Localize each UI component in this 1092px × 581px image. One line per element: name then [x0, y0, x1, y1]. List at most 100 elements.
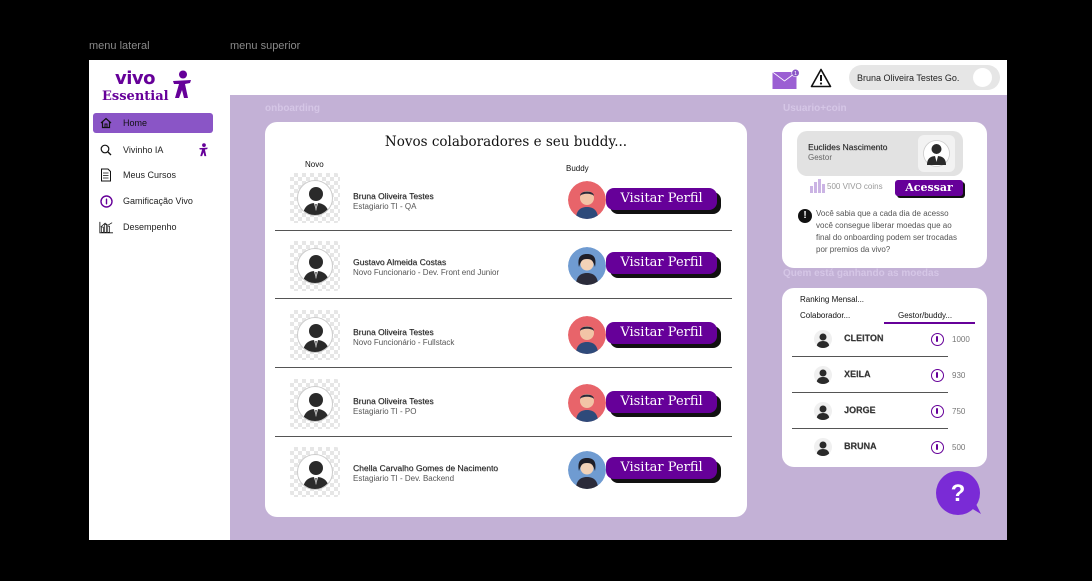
ranking-name: BRUNA: [844, 441, 877, 451]
brand-logo[interactable]: vivo Essential: [101, 68, 221, 110]
vivo-figure-icon: [198, 143, 209, 159]
buddy-avatar[interactable]: [568, 181, 606, 219]
buddy-avatar[interactable]: [568, 316, 606, 354]
coin-icon: [931, 405, 944, 418]
ranking-card: Ranking Mensal... Colaborador... Gestor/…: [782, 288, 987, 467]
newcomer-role: Estagiario TI - PO: [353, 407, 417, 416]
coin-icon: [99, 194, 113, 208]
logo-essential-text: Essential: [102, 89, 169, 104]
coin-icon: [931, 369, 944, 382]
home-icon: [99, 116, 113, 130]
onboarding-title: Novos colaboradores e seu buddy...: [384, 134, 628, 150]
newcomer-avatar[interactable]: [290, 447, 340, 497]
newcomer-name: Chella Carvalho Gomes de Nacimento: [353, 463, 499, 473]
mail-badge-count: 1: [794, 71, 797, 77]
document-icon: [99, 168, 113, 182]
manager-profile[interactable]: Euclides Nascimento Gestor: [797, 131, 963, 176]
ranking-value: 500: [952, 443, 966, 452]
coins-amount: 500 VIVO coins: [827, 181, 883, 191]
ranking-name: XEILA: [844, 369, 871, 379]
user-menu[interactable]: Bruna Oliveira Testes Go.: [849, 65, 1000, 90]
newcomer-name: Bruna Oliveira Testes: [353, 191, 434, 201]
ranking-row[interactable]: BRUNA 500: [792, 429, 965, 465]
sidebar-item-label: Vivinho IA: [123, 145, 164, 155]
visit-profile-button[interactable]: Visitar Perfil: [606, 252, 717, 274]
ranking-name: JORGE: [844, 405, 876, 415]
exclamation-icon: !: [798, 209, 812, 223]
onboarding-row: Gustavo Almeida Costas Novo Funcionario …: [275, 231, 732, 299]
ranking-row[interactable]: XEILA 930: [792, 357, 965, 393]
newcomer-role: Novo Funcionario - Dev. Front end Junior: [353, 268, 500, 277]
buddy-avatar[interactable]: [568, 384, 606, 422]
manager-avatar: [918, 135, 955, 172]
ranking-name: CLEITON: [844, 333, 884, 343]
section-label-usuario-coin: Usuario+coin: [783, 103, 847, 114]
ranking-value: 750: [952, 407, 966, 416]
sidebar-item-label: Home: [123, 118, 148, 128]
visit-profile-button[interactable]: Visitar Perfil: [606, 391, 717, 413]
main-content: onboarding Usuario+coin Quem está ganhan…: [230, 95, 1007, 540]
onboarding-row: Bruna Oliveira Testes Estagiario TI - QA…: [275, 163, 732, 231]
ranking-avatar: [814, 402, 832, 420]
row-divider: [275, 367, 732, 368]
onboarding-row: Chella Carvalho Gomes de Nacimento Estag…: [275, 437, 732, 505]
newcomer-role: Novo Funcionário - Fullstack: [353, 338, 455, 347]
row-divider: [275, 298, 732, 299]
tab-gestor-buddy[interactable]: Gestor/buddy...: [898, 311, 952, 320]
sidebar-item-label: Gamificação Vivo: [123, 196, 193, 206]
tab-colaborador[interactable]: Colaborador...: [800, 311, 850, 320]
newcomer-name: Gustavo Almeida Costas: [353, 257, 447, 267]
acessar-button[interactable]: Acessar: [895, 180, 963, 196]
coins-balance: 500 VIVO coins: [809, 179, 883, 193]
sidebar-item-home[interactable]: Home: [93, 113, 213, 133]
newcomer-avatar[interactable]: [290, 173, 340, 223]
manager-role: Gestor: [808, 153, 833, 162]
topbar: 1 Bruna Oliveira Testes Go.: [230, 60, 1007, 95]
sidebar-item-gamificacao[interactable]: Gamificação Vivo: [93, 191, 213, 211]
newcomer-avatar[interactable]: [290, 379, 340, 429]
user-toggle[interactable]: [973, 68, 992, 87]
bar-chart-icon: [99, 220, 113, 234]
sidebar-item-label: Desempenho: [123, 222, 177, 232]
ranking-value: 1000: [952, 335, 970, 344]
coin-icon: [931, 441, 944, 454]
onboarding-card: Novos colaboradores e seu buddy... Novo …: [265, 122, 747, 517]
user-name: Bruna Oliveira Testes Go.: [857, 72, 960, 83]
newcomer-role: Estagiario TI - QA: [353, 202, 417, 211]
logo-vivo-text: vivo: [115, 68, 156, 89]
section-label-onboarding: onboarding: [265, 103, 320, 114]
sidebar-item-meus-cursos[interactable]: Meus Cursos: [93, 165, 213, 185]
sidebar-item-label: Meus Cursos: [123, 170, 177, 180]
ranking-row[interactable]: CLEITON 1000: [792, 321, 970, 357]
help-icon: ?: [951, 480, 966, 507]
newcomer-name: Bruna Oliveira Testes: [353, 396, 434, 406]
vivo-figure-icon: [173, 70, 191, 98]
section-label-ranking: Quem está ganhando as moedas: [783, 268, 940, 279]
coin-icon: [931, 333, 944, 346]
coin-stack-icon: [810, 179, 825, 193]
newcomer-name: Bruna Oliveira Testes: [353, 327, 434, 337]
buddy-avatar[interactable]: [568, 451, 606, 489]
visit-profile-button[interactable]: Visitar Perfil: [606, 457, 717, 479]
visit-profile-button[interactable]: Visitar Perfil: [606, 322, 717, 344]
onboarding-row: Bruna Oliveira Testes Novo Funcionário -…: [275, 300, 732, 368]
ranking-row[interactable]: JORGE 750: [792, 393, 965, 429]
sidebar: vivo Essential Home Vivinho IA Meus Curs…: [89, 60, 230, 540]
newcomer-avatar[interactable]: [290, 241, 340, 291]
buddy-avatar[interactable]: [568, 247, 606, 285]
help-button[interactable]: ?: [935, 470, 983, 518]
newcomer-avatar[interactable]: [290, 310, 340, 360]
onboarding-row: Bruna Oliveira Testes Estagiario TI - PO…: [275, 369, 732, 437]
alert-icon[interactable]: [810, 68, 832, 88]
info-tip-text: Você sabia que a cada dia de acesso você…: [816, 209, 957, 254]
sidebar-item-vivinho-ia[interactable]: Vivinho IA: [93, 140, 213, 160]
visit-profile-button[interactable]: Visitar Perfil: [606, 188, 717, 210]
ranking-avatar: [814, 366, 832, 384]
ranking-value: 930: [952, 371, 966, 380]
manager-name: Euclides Nascimento: [808, 142, 888, 152]
frame-label-top: menu superior: [230, 40, 301, 52]
sidebar-item-desempenho[interactable]: Desempenho: [93, 217, 213, 237]
mail-icon[interactable]: 1: [772, 68, 800, 89]
user-coin-card: Euclides Nascimento Gestor 500 VIVO coin…: [782, 122, 987, 268]
search-icon: [99, 143, 113, 157]
